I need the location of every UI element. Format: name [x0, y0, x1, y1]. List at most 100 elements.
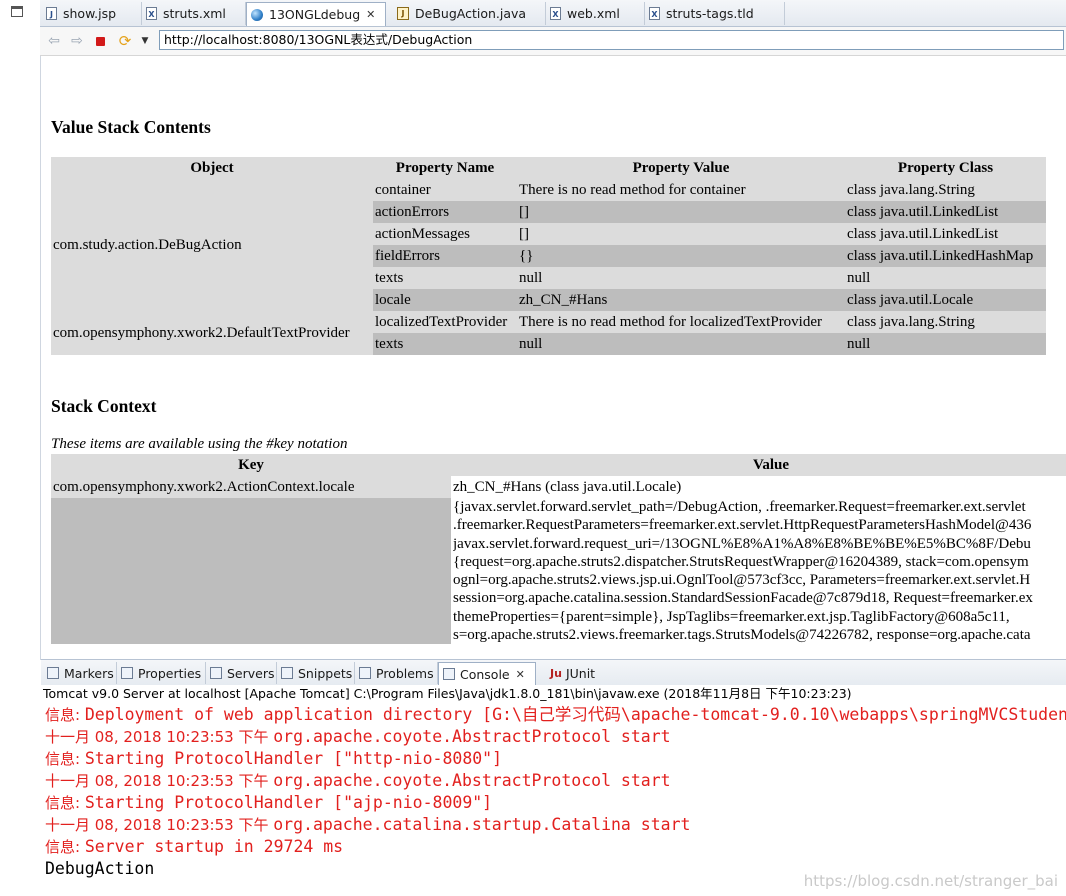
property-value-cell: There is no read method for container — [517, 179, 845, 201]
value-cell: zh_CN_#Hans (class java.util.Locale) — [453, 478, 682, 495]
tab-web-xml[interactable]: X web.xml — [546, 2, 645, 25]
value-line: javax.servlet.forward.request_uri=/13OGN… — [453, 535, 1031, 552]
property-class-cell: class java.util.LinkedList — [845, 201, 1046, 223]
forward-button[interactable]: ⇨ — [69, 33, 85, 49]
object-cell: com.study.action.DeBugAction — [51, 179, 373, 311]
stack-context-heading: Stack Context — [51, 396, 157, 416]
stack-context-table: Key Value com.opensymphony.xwork2.Action… — [51, 454, 1066, 645]
console-line: 十一月 08, 2018 10:23:53 下午 org.apache.coyo… — [45, 770, 671, 792]
stop-button[interactable] — [92, 33, 108, 49]
tab-label: Console — [460, 666, 510, 682]
watermark: https://blog.csdn.net/stranger_bai — [803, 872, 1058, 890]
property-value-cell: [] — [517, 223, 845, 245]
key-cell: com.opensymphony.xwork2.ActionContext.lo… — [51, 476, 451, 498]
property-name-cell: fieldErrors — [373, 245, 517, 267]
tab-problems[interactable]: Problems — [355, 662, 438, 684]
chevron-down-icon: ▼ — [141, 36, 149, 46]
property-class-cell: class java.util.LinkedList — [845, 223, 1046, 245]
table-row: com.study.action.DeBugAction container T… — [51, 179, 1046, 311]
property-class-cell: null — [845, 267, 1046, 289]
log-text: org.apache.coyote.AbstractProtocol start — [273, 727, 671, 746]
value-line: {javax.servlet.forward.servlet_path=/Deb… — [453, 499, 1026, 515]
log-text: Starting ProtocolHandler ["ajp-nio-8009"… — [84, 793, 493, 812]
tab-junit[interactable]: Ju JUnit — [546, 662, 606, 684]
tab-show-jsp[interactable]: J show.jsp — [42, 2, 142, 25]
minimize-view-button[interactable] — [11, 6, 23, 17]
refresh-dropdown-button[interactable]: ▼ — [137, 33, 153, 49]
tab-debugaction-java[interactable]: J DeBugAction.java — [393, 2, 546, 25]
servers-icon — [210, 667, 222, 679]
tab-label: DeBugAction.java — [415, 6, 527, 21]
tab-servers[interactable]: Servers — [206, 662, 277, 684]
tab-label: struts-tags.tld — [666, 6, 754, 21]
column-header-object: Object — [51, 157, 373, 179]
column-header-key: Key — [51, 454, 451, 476]
java-file-icon: J — [397, 7, 409, 20]
jsp-file-icon: J — [46, 7, 57, 20]
tab-properties[interactable]: Properties — [117, 662, 206, 684]
tab-label: show.jsp — [63, 6, 117, 21]
property-class-cell: class java.util.Locale — [845, 289, 1046, 311]
tab-label: Snippets — [298, 665, 353, 681]
value-line: s=org.apache.struts2.views.freemarker.ta… — [453, 627, 1031, 644]
url-input[interactable]: http://localhost:8080/13OGNL表达式/DebugAct… — [159, 30, 1064, 50]
back-button[interactable]: ⇦ — [46, 33, 62, 49]
snippets-icon — [281, 667, 293, 679]
console-view[interactable]: Tomcat v9.0 Server at localhost [Apache … — [41, 685, 1066, 896]
close-icon[interactable]: ✕ — [516, 668, 525, 681]
log-prefix: 信息: — [45, 706, 85, 724]
console-icon — [443, 668, 455, 680]
tab-label: Problems — [376, 665, 434, 681]
tab-label: 13ONGLdebug — [269, 7, 361, 22]
console-line: 信息: Server startup in 29724 ms — [45, 836, 343, 858]
refresh-button[interactable]: ⟳ — [117, 32, 133, 50]
log-prefix: 十一月 08, 2018 10:23:53 下午 — [45, 816, 274, 834]
xml-file-icon: X — [146, 7, 157, 20]
property-value-cell: null — [517, 267, 845, 289]
left-panel-gutter — [0, 0, 41, 660]
tab-console[interactable]: Console ✕ — [438, 662, 536, 685]
tab-struts-tags-tld[interactable]: X struts-tags.tld — [645, 2, 785, 25]
log-text: Server startup in 29724 ms — [84, 837, 344, 856]
log-prefix: 十一月 08, 2018 10:23:53 下午 — [45, 772, 274, 790]
log-prefix: 信息: — [45, 838, 85, 856]
value-line: ognl=org.apache.struts2.views.jsp.ui.Ogn… — [453, 572, 1031, 589]
value-line: themeProperties={parent=simple}, JspTagl… — [453, 608, 1010, 625]
editor-tab-bar: J show.jsp X struts.xml 13ONGLdebug ✕ J … — [40, 0, 1066, 27]
back-arrow-icon: ⇦ — [48, 33, 60, 49]
key-cell — [51, 498, 451, 645]
tab-markers[interactable]: Markers — [43, 662, 117, 684]
console-line: 十一月 08, 2018 10:23:53 下午 org.apache.coyo… — [45, 726, 671, 748]
tab-label: Markers — [64, 665, 114, 681]
property-value-cell: zh_CN_#Hans — [517, 289, 845, 311]
tab-snippets[interactable]: Snippets — [277, 662, 355, 684]
tab-label: web.xml — [567, 6, 620, 21]
xml-file-icon: X — [550, 7, 561, 20]
junit-icon: Ju — [550, 666, 562, 680]
browser-page-content[interactable]: g Value Stack Contents Object Property N… — [41, 56, 1066, 657]
close-icon[interactable]: ✕ — [366, 8, 375, 21]
log-text: org.apache.catalina.startup.Catalina sta… — [273, 815, 691, 834]
properties-icon — [121, 667, 133, 679]
table-header-row: Key Value — [51, 454, 1066, 476]
log-text: Starting ProtocolHandler ["http-nio-8080… — [84, 749, 503, 768]
table-header-row: Object Property Name Property Value Prop… — [51, 157, 1046, 179]
console-output-line: DebugAction — [45, 859, 155, 878]
globe-icon — [251, 8, 263, 21]
stop-icon — [95, 36, 105, 46]
property-class-cell: null — [845, 333, 1046, 355]
log-text: org.apache.coyote.AbstractProtocol start — [273, 771, 671, 790]
log-prefix: 信息: — [45, 794, 85, 812]
view-tab-bar: Markers Properties Servers Snippets Prob… — [41, 659, 1066, 686]
tab-struts-xml[interactable]: X struts.xml — [142, 2, 246, 25]
console-line: 信息: Starting ProtocolHandler ["ajp-nio-8… — [45, 792, 492, 814]
browser-toolbar: ⇦ ⇨ ⟳ ▼ http://localhost:8080/13OGNL表达式/… — [40, 27, 1066, 56]
value-line: session=org.apache.catalina.session.Stan… — [453, 590, 1033, 607]
tab-13ongldebug[interactable]: 13ONGLdebug ✕ — [246, 2, 386, 26]
value-stack-table: Object Property Name Property Value Prop… — [51, 157, 1046, 355]
console-line: 信息: Deployment of web application direct… — [45, 704, 1066, 726]
log-prefix: 信息: — [45, 750, 85, 768]
column-header-value: Value — [451, 454, 1066, 476]
tld-file-icon: X — [649, 7, 660, 20]
tab-label: Properties — [138, 665, 202, 681]
